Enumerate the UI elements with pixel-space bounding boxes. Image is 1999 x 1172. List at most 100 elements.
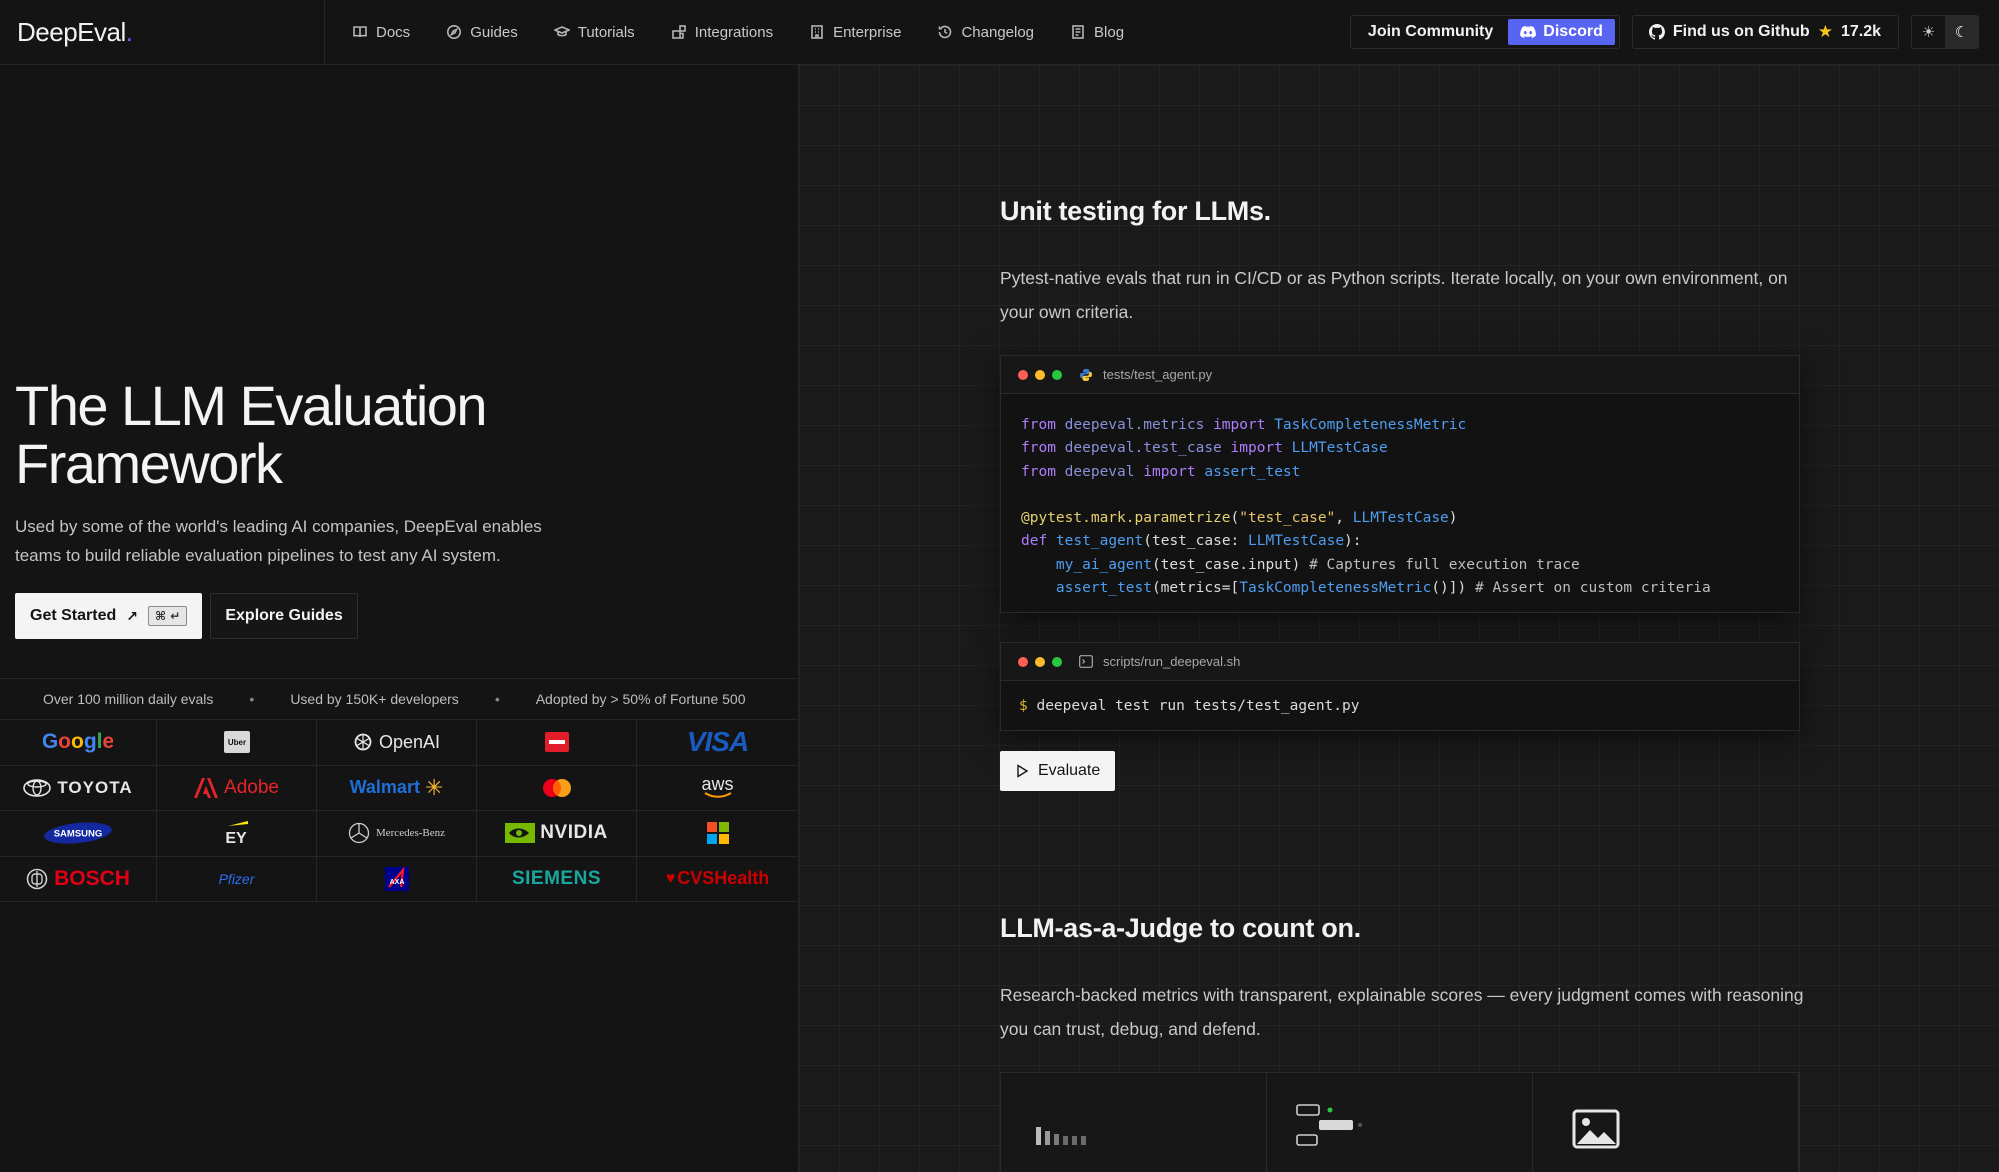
nav-link-enterprise[interactable]: Enterprise <box>809 24 901 41</box>
evaluate-label: Evaluate <box>1038 762 1101 779</box>
logo-google-text: Google <box>43 730 113 753</box>
brand-logo[interactable]: DeepEval. <box>0 0 325 65</box>
discord-button[interactable]: Discord <box>1508 19 1615 45</box>
metric-card-bars[interactable] <box>1001 1073 1267 1172</box>
adobe-icon <box>194 777 219 798</box>
stats-ticker: Over 100 million daily evals • Used by 1… <box>0 678 799 720</box>
hero-cta-group: Get Started ↗ ⌘ ↵ Explore Guides <box>15 593 358 639</box>
logo-microsoft <box>637 811 799 857</box>
logo-toyota: TOYOTA <box>0 765 157 811</box>
nav-link-label: Tutorials <box>577 23 635 41</box>
file-tab[interactable]: scripts/run_deepeval.sh <box>1079 654 1240 669</box>
logo-uber-text: Uber <box>227 738 245 747</box>
nav-link-label: Integrations <box>694 23 774 41</box>
logo-openai: OpenAI <box>317 720 477 766</box>
logo-samsung: SAMSUNG <box>0 811 157 857</box>
theme-toggle: ☀ ☾ <box>1911 15 1979 49</box>
logo-uber: Uber <box>157 720 317 766</box>
newspaper-icon <box>1072 25 1084 39</box>
github-label: Find us on Github <box>1672 23 1810 40</box>
get-started-label: Get Started <box>30 607 117 624</box>
nav-link-label: Enterprise <box>833 23 902 41</box>
logo-pfizer: Pfizer <box>157 856 317 902</box>
logo-mercedes: Mercedes-Benz <box>317 811 477 857</box>
metric-card-image[interactable] <box>1533 1073 1799 1172</box>
logo-mercedes-text: Mercedes-Benz <box>375 827 446 840</box>
brand-dot: . <box>125 16 133 47</box>
join-community-label: Join Community <box>1367 23 1494 40</box>
shell-code-block: $ deepeval test run tests/test_agent.py <box>1001 681 1799 730</box>
logo-walmart: Walmart ✳ <box>317 765 477 811</box>
toyota-icon <box>23 778 52 797</box>
stat-item: Used by 150K+ developers <box>290 691 459 707</box>
openai-icon <box>354 733 372 751</box>
python-code-window: tests/test_agent.py from deepeval.metric… <box>1000 355 1800 614</box>
heart-icon: ♥ <box>665 869 676 887</box>
hero-subtitle: Used by some of the world's leading AI c… <box>15 517 542 565</box>
image-icon <box>1572 1109 1620 1149</box>
explore-guides-button[interactable]: Explore Guides <box>210 593 358 639</box>
join-community: Join Community Discord <box>1349 15 1620 49</box>
close-dot-icon <box>1018 369 1028 380</box>
logo-visa-text: VISA <box>686 726 749 758</box>
spark-icon: ✳ <box>424 774 444 800</box>
accenture-icon <box>544 732 569 753</box>
nav-link-label: Guides <box>470 23 518 41</box>
metric-cards <box>1000 1072 1800 1172</box>
history-icon <box>939 25 952 39</box>
mercedes-star-icon <box>348 823 370 844</box>
nav-right-actions: Join Community Discord Find us on Github… <box>1349 15 1999 49</box>
keyboard-shortcut: ⌘ ↵ <box>147 606 188 626</box>
nav-link-changelog[interactable]: Changelog <box>937 24 1034 41</box>
github-stars: 17.2k <box>1840 23 1881 40</box>
flow-diagram-icon <box>1296 1104 1362 1146</box>
sun-icon[interactable]: ☀ <box>1912 16 1945 48</box>
logo-visa: VISA <box>637 720 799 766</box>
evaluate-button[interactable]: Evaluate <box>1000 751 1116 791</box>
hero-title-line1: The LLM Evaluation <box>15 374 488 437</box>
discord-label: Discord <box>1543 23 1603 40</box>
nav-link-tutorials[interactable]: Tutorials <box>553 23 635 41</box>
file-name: tests/test_agent.py <box>1103 367 1213 382</box>
github-button[interactable]: Find us on Github ★ 17.2k <box>1631 15 1899 49</box>
hero-title-line2: Framework <box>15 432 283 495</box>
puzzle-icon <box>671 25 686 39</box>
logo-toyota-text: TOYOTA <box>57 777 133 797</box>
mastercard-icon <box>542 778 571 797</box>
logo-cvs-text: CVSHealth <box>677 868 770 889</box>
logo-aws: aws <box>637 765 799 811</box>
bar-chart-icon <box>1036 1127 1086 1145</box>
python-code-block: from deepeval.metrics import TaskComplet… <box>1021 417 1711 597</box>
building-icon <box>811 25 823 39</box>
hero-title: The LLM Evaluation Framework <box>15 377 715 493</box>
microsoft-icon <box>706 822 729 845</box>
nav-link-blog[interactable]: Blog <box>1070 24 1124 41</box>
get-started-button[interactable]: Get Started ↗ ⌘ ↵ <box>15 593 203 639</box>
logo-bosch-text: BOSCH <box>54 866 130 890</box>
logo-axa: AXA <box>317 856 477 902</box>
aws-smile-icon <box>703 791 732 798</box>
python-icon <box>1080 368 1092 381</box>
nav-link-guides[interactable]: Guides <box>446 24 518 41</box>
arrow-up-right-icon: ↗ <box>126 607 138 624</box>
logo-google: Google <box>0 720 157 766</box>
moon-icon[interactable]: ☾ <box>1945 16 1978 48</box>
nav-link-integrations[interactable]: Integrations <box>671 24 773 41</box>
compass-icon <box>447 25 462 39</box>
play-icon <box>1017 764 1029 778</box>
discord-icon <box>1520 26 1537 38</box>
nav-link-label: Docs <box>376 23 411 41</box>
code-window-header: scripts/run_deepeval.sh <box>1001 643 1799 681</box>
code-window-header: tests/test_agent.py <box>1001 356 1799 394</box>
nav-link-docs[interactable]: Docs <box>352 24 410 41</box>
llm-judge-description: Research-backed metrics with transparent… <box>1000 985 1804 1039</box>
unit-testing-title: Unit testing for LLMs. <box>1000 196 1271 226</box>
minimize-dot-icon <box>1035 369 1045 380</box>
nav-link-label: Blog <box>1094 23 1125 41</box>
minimize-dot-icon <box>1035 656 1045 667</box>
nav-links: Docs Guides Tutorials Integrations Enter… <box>325 24 1160 41</box>
file-tab[interactable]: tests/test_agent.py <box>1079 367 1212 382</box>
top-navbar: DeepEval. Docs Guides Tutorials Integrat… <box>0 0 1999 65</box>
metric-card-flow[interactable] <box>1267 1073 1533 1172</box>
features-panel: Unit testing for LLMs. Pytest-native eva… <box>799 65 1999 1172</box>
